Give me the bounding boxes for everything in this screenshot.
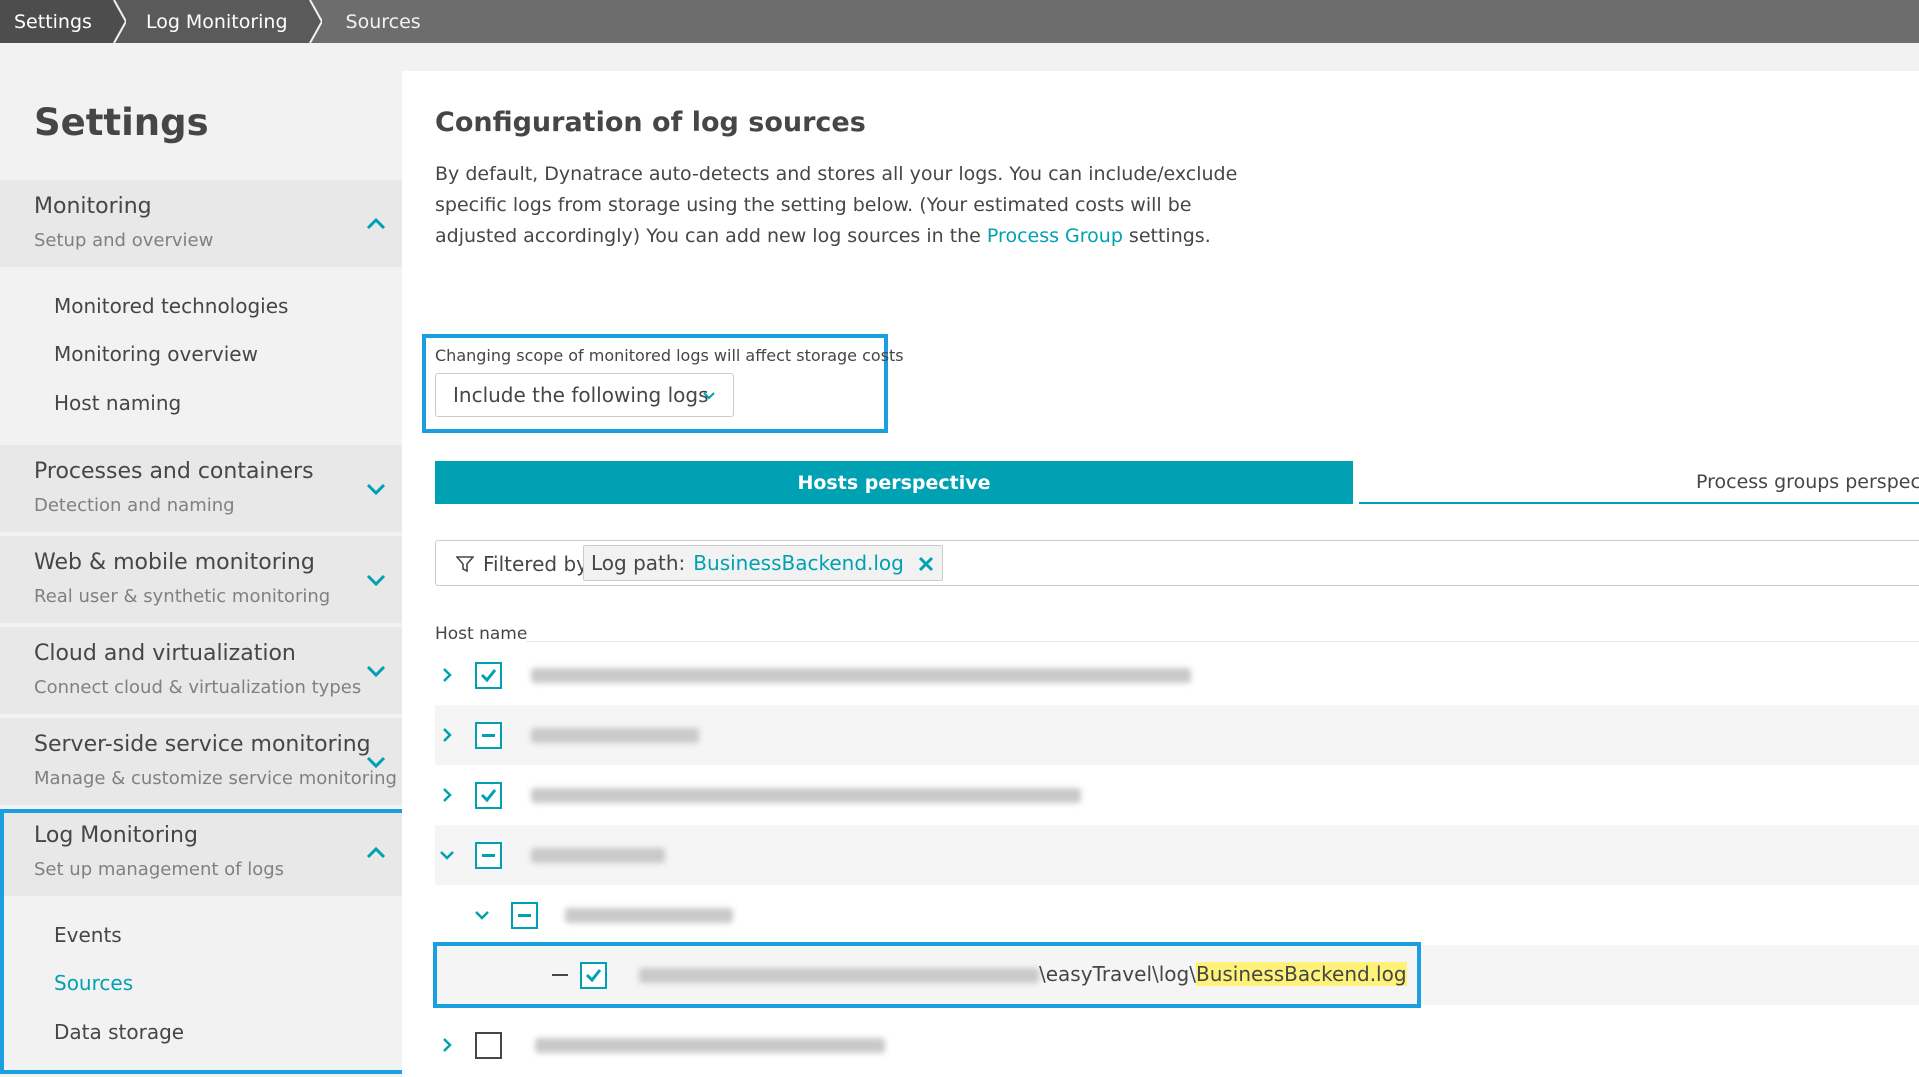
minus-icon — [482, 734, 495, 737]
table-row — [435, 705, 1919, 765]
table-row — [435, 885, 1919, 945]
sidebar-title: Settings — [34, 101, 209, 144]
breadcrumb-log-monitoring[interactable]: Log Monitoring — [115, 0, 322, 43]
section-subtitle: Setup and overview — [34, 230, 214, 251]
section-subtitle: Connect cloud & virtualization types — [34, 677, 362, 698]
filter-chip: Log path: BusinessBackend.log — [583, 545, 943, 581]
chevron-down-icon[interactable] — [437, 845, 457, 865]
chevron-down-icon — [366, 483, 386, 496]
chevron-right-icon[interactable] — [437, 725, 457, 745]
redacted-process-group-name — [565, 908, 733, 923]
sidebar-item-monitoring-overview[interactable]: Monitoring overview — [54, 342, 258, 366]
section-subtitle: Manage & customize service monitoring — [34, 768, 397, 789]
table-row — [435, 1015, 1919, 1075]
sidebar-item-monitored-technologies[interactable]: Monitored technologies — [54, 294, 288, 318]
redacted-host-name — [531, 668, 1191, 683]
close-icon[interactable] — [918, 556, 934, 572]
breadcrumb-sources-label: Sources — [345, 10, 421, 33]
filter-icon — [456, 556, 474, 573]
redacted-host-name — [535, 1038, 885, 1053]
chevron-right-icon[interactable] — [437, 785, 457, 805]
redacted-host-name — [531, 848, 665, 863]
chevron-up-icon — [366, 217, 386, 230]
table-row — [435, 825, 1919, 885]
filter-bar[interactable]: Filtered by Log path: BusinessBackend.lo… — [435, 540, 1919, 586]
checkmark-icon — [480, 789, 497, 803]
chevron-down-icon — [366, 574, 386, 587]
section-title: Monitoring — [34, 194, 152, 219]
settings-sidebar: Settings Monitoring Setup and overview M… — [0, 43, 406, 1077]
column-header-divider — [526, 641, 1919, 642]
sidebar-section-monitoring[interactable]: Monitoring Setup and overview — [0, 180, 402, 267]
log-path-highlight — [433, 942, 1421, 1008]
breadcrumb-log-monitoring-label: Log Monitoring — [145, 10, 288, 33]
breadcrumb-settings[interactable]: Settings — [0, 0, 126, 43]
breadcrumb-sources: Sources — [312, 0, 445, 43]
table-row — [435, 645, 1919, 705]
sidebar-section-cloud[interactable]: Cloud and virtualization Connect cloud &… — [0, 627, 402, 714]
section-subtitle: Detection and naming — [34, 495, 235, 516]
description-text-end: settings. — [1122, 225, 1211, 247]
section-title: Web & mobile monitoring — [34, 550, 315, 575]
host-checkbox[interactable] — [475, 662, 502, 689]
host-checkbox[interactable] — [475, 722, 502, 749]
chevron-right-icon[interactable] — [437, 665, 457, 685]
sidebar-section-processes[interactable]: Processes and containers Detection and n… — [0, 445, 402, 532]
scope-label: Changing scope of monitored logs will af… — [435, 346, 904, 365]
redacted-host-name — [531, 788, 1081, 803]
checkmark-icon — [480, 669, 497, 683]
breadcrumb-separator-icon — [105, 0, 126, 43]
breadcrumb: Settings Log Monitoring Sources — [0, 0, 1919, 43]
sidebar-section-web-mobile[interactable]: Web & mobile monitoring Real user & synt… — [0, 536, 402, 623]
log-monitoring-highlight — [0, 809, 406, 1074]
scope-dropdown-value: Include the following logs — [453, 383, 709, 407]
chevron-down-icon — [703, 392, 715, 400]
column-header-host-name: Host name — [435, 624, 528, 644]
sidebar-section-server-side[interactable]: Server-side service monitoring Manage & … — [0, 718, 402, 805]
process-group-checkbox[interactable] — [511, 902, 538, 929]
host-checkbox[interactable] — [475, 782, 502, 809]
tab-hosts-perspective[interactable]: Hosts perspective — [435, 461, 1353, 504]
breadcrumb-separator-icon — [301, 0, 322, 43]
host-checkbox[interactable] — [475, 1032, 502, 1059]
page-title: Configuration of log sources — [435, 107, 866, 138]
filter-chip-value: BusinessBackend.log — [693, 551, 904, 575]
section-subtitle: Real user & synthetic monitoring — [34, 586, 331, 607]
minus-icon — [482, 854, 495, 857]
chevron-down-icon[interactable] — [472, 905, 492, 925]
section-title: Cloud and virtualization — [34, 641, 296, 666]
main-content: Configuration of log sources By default,… — [402, 71, 1919, 1077]
chevron-down-icon — [366, 665, 386, 678]
host-checkbox[interactable] — [475, 842, 502, 869]
redacted-host-name — [531, 728, 699, 743]
table-row — [435, 765, 1919, 825]
filter-label: Filtered by — [483, 552, 588, 576]
perspective-tabs: Hosts perspective Process groups perspec… — [435, 461, 1919, 504]
tab-process-groups-perspective[interactable]: Process groups perspective — [1359, 461, 1919, 504]
chevron-down-icon — [366, 756, 386, 769]
scope-dropdown[interactable]: Include the following logs — [435, 373, 734, 417]
chevron-right-icon[interactable] — [437, 1035, 457, 1055]
page-description: By default, Dynatrace auto-detects and s… — [435, 159, 1265, 252]
filter-chip-key: Log path: — [591, 551, 686, 575]
minus-icon — [518, 914, 531, 917]
section-title: Processes and containers — [34, 459, 314, 484]
process-group-link[interactable]: Process Group — [987, 225, 1123, 247]
breadcrumb-settings-label: Settings — [14, 10, 92, 33]
sidebar-item-host-naming[interactable]: Host naming — [54, 391, 181, 415]
section-title: Server-side service monitoring — [34, 732, 371, 757]
